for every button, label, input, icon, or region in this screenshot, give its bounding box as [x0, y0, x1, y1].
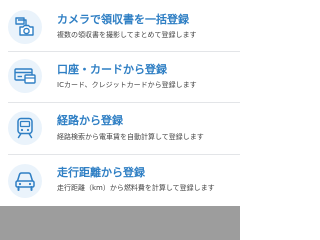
mileage-option[interactable]: 走行距離から登録 走行距離（km）から燃料費を計算して登録します [0, 154, 240, 204]
train-icon [17, 117, 33, 139]
card-icon [14, 68, 36, 84]
registration-options-sheet: カメラで領収書を一括登録 複数の領収書を撮影してまとめて登録します 口座・カード… [0, 0, 240, 206]
car-icon [15, 172, 35, 191]
route-option[interactable]: 経路から登録 経路検索から電車賃を自動計算して登録します [0, 103, 240, 153]
icon-badge [8, 111, 42, 145]
option-description: 経路検索から電車賃を自動計算して登録します [57, 133, 204, 141]
camera-receipt-option[interactable]: カメラで領収書を一括登録 複数の領収書を撮影してまとめて登録します [0, 0, 240, 50]
option-title: 走行距離から登録 [57, 166, 145, 179]
option-title: 経路から登録 [57, 114, 123, 127]
icon-badge [8, 10, 42, 44]
icon-badge [8, 164, 42, 198]
option-description: ICカード、クレジットカードから登録します [57, 81, 197, 89]
option-title: 口座・カードから登録 [57, 63, 167, 76]
icon-badge [8, 59, 42, 93]
option-title: カメラで領収書を一括登録 [57, 13, 189, 26]
receipts-camera-icon [15, 17, 34, 36]
account-card-option[interactable]: 口座・カードから登録 ICカード、クレジットカードから登録します [0, 51, 240, 101]
option-description: 複数の領収書を撮影してまとめて登録します [57, 31, 197, 39]
option-description: 走行距離（km）から燃料費を計算して登録します [57, 184, 215, 192]
dim-overlay[interactable] [0, 206, 240, 240]
